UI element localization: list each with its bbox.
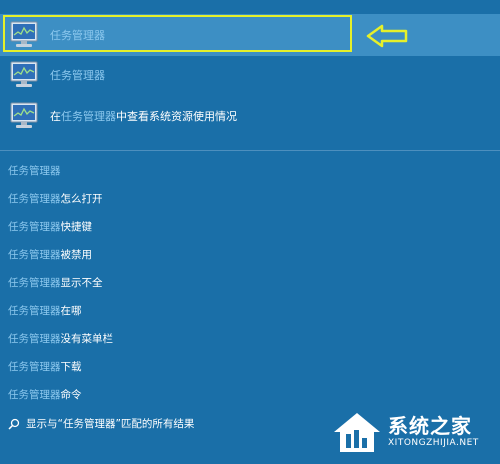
watermark: 系统之家 XITONGZHIJIA.NET xyxy=(326,406,496,460)
task-manager-icon xyxy=(10,61,38,87)
best-match-item-1[interactable]: 任务管理器 xyxy=(0,57,500,93)
watermark-url: XITONGZHIJIA.NET xyxy=(388,438,479,448)
suggestion-item-4[interactable]: 任务管理器显示不全 xyxy=(8,273,103,293)
suggestion-item-3[interactable]: 任务管理器被禁用 xyxy=(8,245,92,265)
suggestion-item-1[interactable]: 任务管理器怎么打开 xyxy=(8,189,103,209)
task-manager-icon xyxy=(10,102,38,128)
best-match-label: 任务管理器 xyxy=(50,69,105,82)
best-match-label: 在任务管理器中查看系统资源使用情况 xyxy=(50,110,237,123)
best-match-item-0[interactable]: 任务管理器 xyxy=(0,17,500,53)
search-all-label: 显示与“任务管理器”匹配的所有结果 xyxy=(26,418,195,430)
suggestion-item-7[interactable]: 任务管理器下载 xyxy=(8,357,82,377)
suggestion-item-8[interactable]: 任务管理器命令 xyxy=(8,385,82,405)
search-all-results-link[interactable]: 显示与“任务管理器”匹配的所有结果 xyxy=(8,414,194,434)
suggestion-item-2[interactable]: 任务管理器快捷键 xyxy=(8,217,92,237)
suggestion-item-6[interactable]: 任务管理器没有菜单栏 xyxy=(8,329,113,349)
suggestion-item-0[interactable]: 任务管理器 xyxy=(8,161,61,181)
suggestion-item-5[interactable]: 任务管理器在哪 xyxy=(8,301,82,321)
best-match-label: 任务管理器 xyxy=(50,29,105,42)
search-icon xyxy=(8,418,20,430)
best-match-item-2[interactable]: 在任务管理器中查看系统资源使用情况 xyxy=(0,98,500,134)
watermark-name: 系统之家 xyxy=(388,414,472,438)
section-divider xyxy=(0,150,500,151)
task-manager-icon xyxy=(10,21,38,47)
house-logo-icon xyxy=(334,413,380,452)
